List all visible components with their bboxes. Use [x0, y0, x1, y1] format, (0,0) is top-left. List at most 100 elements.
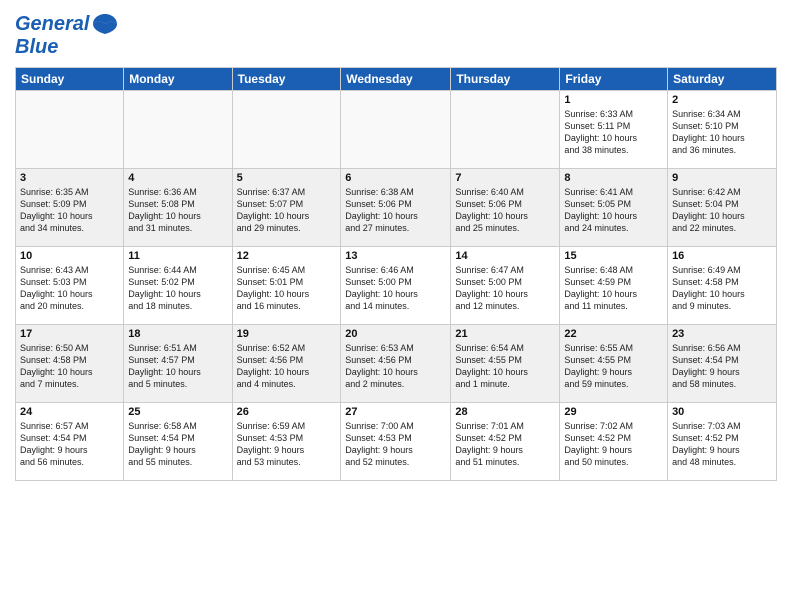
calendar-day: 12 Sunrise: 6:45 AMSunset: 5:01 PMDayligh…	[232, 247, 341, 325]
day-number: 20	[345, 328, 446, 340]
day-info: Sunrise: 7:02 AMSunset: 4:52 PMDaylight:…	[564, 420, 663, 469]
day-info: Sunrise: 6:52 AMSunset: 4:56 PMDaylight:…	[237, 342, 337, 391]
calendar-day: 9 Sunrise: 6:42 AMSunset: 5:04 PMDaylight…	[668, 169, 777, 247]
day-info: Sunrise: 7:00 AMSunset: 4:53 PMDaylight:…	[345, 420, 446, 469]
day-number: 4	[128, 172, 227, 184]
logo-wrapper: General Blue	[15, 10, 119, 59]
calendar-week-row: 1 Sunrise: 6:33 AMSunset: 5:11 PMDaylight…	[16, 91, 777, 169]
calendar-day: 4 Sunrise: 6:36 AMSunset: 5:08 PMDaylight…	[124, 169, 232, 247]
calendar-header-row: SundayMondayTuesdayWednesdayThursdayFrid…	[16, 68, 777, 91]
day-info: Sunrise: 6:36 AMSunset: 5:08 PMDaylight:…	[128, 186, 227, 235]
day-number: 3	[20, 172, 119, 184]
day-info: Sunrise: 6:33 AMSunset: 5:11 PMDaylight:…	[564, 108, 663, 157]
day-info: Sunrise: 6:35 AMSunset: 5:09 PMDaylight:…	[20, 186, 119, 235]
day-info: Sunrise: 6:53 AMSunset: 4:56 PMDaylight:…	[345, 342, 446, 391]
day-number: 14	[455, 250, 555, 262]
day-number: 19	[237, 328, 337, 340]
day-info: Sunrise: 6:55 AMSunset: 4:55 PMDaylight:…	[564, 342, 663, 391]
calendar-day: 28 Sunrise: 7:01 AMSunset: 4:52 PMDayligh…	[451, 403, 560, 481]
logo-general: General	[15, 13, 89, 36]
logo: General Blue	[15, 10, 119, 59]
calendar-day: 15 Sunrise: 6:48 AMSunset: 4:59 PMDayligh…	[560, 247, 668, 325]
calendar-day: 17 Sunrise: 6:50 AMSunset: 4:58 PMDayligh…	[16, 325, 124, 403]
day-info: Sunrise: 6:37 AMSunset: 5:07 PMDaylight:…	[237, 186, 337, 235]
day-info: Sunrise: 6:57 AMSunset: 4:54 PMDaylight:…	[20, 420, 119, 469]
day-info: Sunrise: 6:42 AMSunset: 5:04 PMDaylight:…	[672, 186, 772, 235]
day-info: Sunrise: 6:44 AMSunset: 5:02 PMDaylight:…	[128, 264, 227, 313]
calendar-day: 24 Sunrise: 6:57 AMSunset: 4:54 PMDayligh…	[16, 403, 124, 481]
day-number: 17	[20, 328, 119, 340]
day-number: 10	[20, 250, 119, 262]
calendar-day: 27 Sunrise: 7:00 AMSunset: 4:53 PMDayligh…	[341, 403, 451, 481]
calendar-day: 16Sunrise: 6:49 AMSunset: 4:58 PMDayligh…	[668, 247, 777, 325]
day-number: 24	[20, 406, 119, 418]
calendar-day: 11 Sunrise: 6:44 AMSunset: 5:02 PMDayligh…	[124, 247, 232, 325]
day-number: 8	[564, 172, 663, 184]
calendar-week-row: 17 Sunrise: 6:50 AMSunset: 4:58 PMDayligh…	[16, 325, 777, 403]
day-info: Sunrise: 6:40 AMSunset: 5:06 PMDaylight:…	[455, 186, 555, 235]
day-info: Sunrise: 6:43 AMSunset: 5:03 PMDaylight:…	[20, 264, 119, 313]
day-number: 9	[672, 172, 772, 184]
weekday-header: Tuesday	[232, 68, 341, 91]
day-number: 1	[564, 94, 663, 106]
day-info: Sunrise: 6:59 AMSunset: 4:53 PMDaylight:…	[237, 420, 337, 469]
calendar-day	[124, 91, 232, 169]
day-number: 28	[455, 406, 555, 418]
weekday-header: Saturday	[668, 68, 777, 91]
calendar-day: 23 Sunrise: 6:56 AMSunset: 4:54 PMDayligh…	[668, 325, 777, 403]
weekday-header: Wednesday	[341, 68, 451, 91]
day-number: 13	[345, 250, 446, 262]
day-number: 12	[237, 250, 337, 262]
day-number: 2	[672, 94, 772, 106]
day-info: Sunrise: 6:51 AMSunset: 4:57 PMDaylight:…	[128, 342, 227, 391]
day-number: 16	[672, 250, 772, 262]
calendar-day: 13 Sunrise: 6:46 AMSunset: 5:00 PMDayligh…	[341, 247, 451, 325]
day-number: 25	[128, 406, 227, 418]
day-number: 30	[672, 406, 772, 418]
calendar-day: 29 Sunrise: 7:02 AMSunset: 4:52 PMDayligh…	[560, 403, 668, 481]
calendar-day: 10 Sunrise: 6:43 AMSunset: 5:03 PMDayligh…	[16, 247, 124, 325]
day-info: Sunrise: 6:34 AMSunset: 5:10 PMDaylight:…	[672, 108, 772, 157]
calendar-day: 20 Sunrise: 6:53 AMSunset: 4:56 PMDayligh…	[341, 325, 451, 403]
day-number: 27	[345, 406, 446, 418]
calendar-day: 2 Sunrise: 6:34 AMSunset: 5:10 PMDaylight…	[668, 91, 777, 169]
day-number: 18	[128, 328, 227, 340]
calendar-day: 26 Sunrise: 6:59 AMSunset: 4:53 PMDayligh…	[232, 403, 341, 481]
weekday-header: Monday	[124, 68, 232, 91]
calendar-week-row: 24 Sunrise: 6:57 AMSunset: 4:54 PMDayligh…	[16, 403, 777, 481]
day-info: Sunrise: 6:38 AMSunset: 5:06 PMDaylight:…	[345, 186, 446, 235]
day-number: 21	[455, 328, 555, 340]
day-number: 11	[128, 250, 227, 262]
calendar-day	[341, 91, 451, 169]
day-info: Sunrise: 6:48 AMSunset: 4:59 PMDaylight:…	[564, 264, 663, 313]
calendar-day: 6 Sunrise: 6:38 AMSunset: 5:06 PMDaylight…	[341, 169, 451, 247]
weekday-header: Friday	[560, 68, 668, 91]
calendar-day: 3 Sunrise: 6:35 AMSunset: 5:09 PMDaylight…	[16, 169, 124, 247]
day-info: Sunrise: 6:50 AMSunset: 4:58 PMDaylight:…	[20, 342, 119, 391]
calendar-day	[232, 91, 341, 169]
day-info: Sunrise: 6:54 AMSunset: 4:55 PMDaylight:…	[455, 342, 555, 391]
day-number: 22	[564, 328, 663, 340]
day-number: 6	[345, 172, 446, 184]
day-info: Sunrise: 6:45 AMSunset: 5:01 PMDaylight:…	[237, 264, 337, 313]
calendar-week-row: 10 Sunrise: 6:43 AMSunset: 5:03 PMDayligh…	[16, 247, 777, 325]
page-container: General Blue SundayMondayTuesdayWednesda…	[0, 0, 792, 486]
day-info: Sunrise: 6:46 AMSunset: 5:00 PMDaylight:…	[345, 264, 446, 313]
day-number: 15	[564, 250, 663, 262]
calendar-day: 1 Sunrise: 6:33 AMSunset: 5:11 PMDaylight…	[560, 91, 668, 169]
logo-bird-icon	[91, 10, 119, 38]
calendar-day: 21 Sunrise: 6:54 AMSunset: 4:55 PMDayligh…	[451, 325, 560, 403]
day-info: Sunrise: 6:47 AMSunset: 5:00 PMDaylight:…	[455, 264, 555, 313]
calendar-day: 7Sunrise: 6:40 AMSunset: 5:06 PMDaylight…	[451, 169, 560, 247]
calendar-day: 30Sunrise: 7:03 AMSunset: 4:52 PMDayligh…	[668, 403, 777, 481]
day-number: 29	[564, 406, 663, 418]
day-info: Sunrise: 6:56 AMSunset: 4:54 PMDaylight:…	[672, 342, 772, 391]
day-info: Sunrise: 6:41 AMSunset: 5:05 PMDaylight:…	[564, 186, 663, 235]
logo-blue-text: Blue	[15, 36, 119, 59]
day-number: 26	[237, 406, 337, 418]
calendar-day: 25Sunrise: 6:58 AMSunset: 4:54 PMDayligh…	[124, 403, 232, 481]
calendar-day	[16, 91, 124, 169]
day-number: 23	[672, 328, 772, 340]
day-info: Sunrise: 7:01 AMSunset: 4:52 PMDaylight:…	[455, 420, 555, 469]
weekday-header: Sunday	[16, 68, 124, 91]
